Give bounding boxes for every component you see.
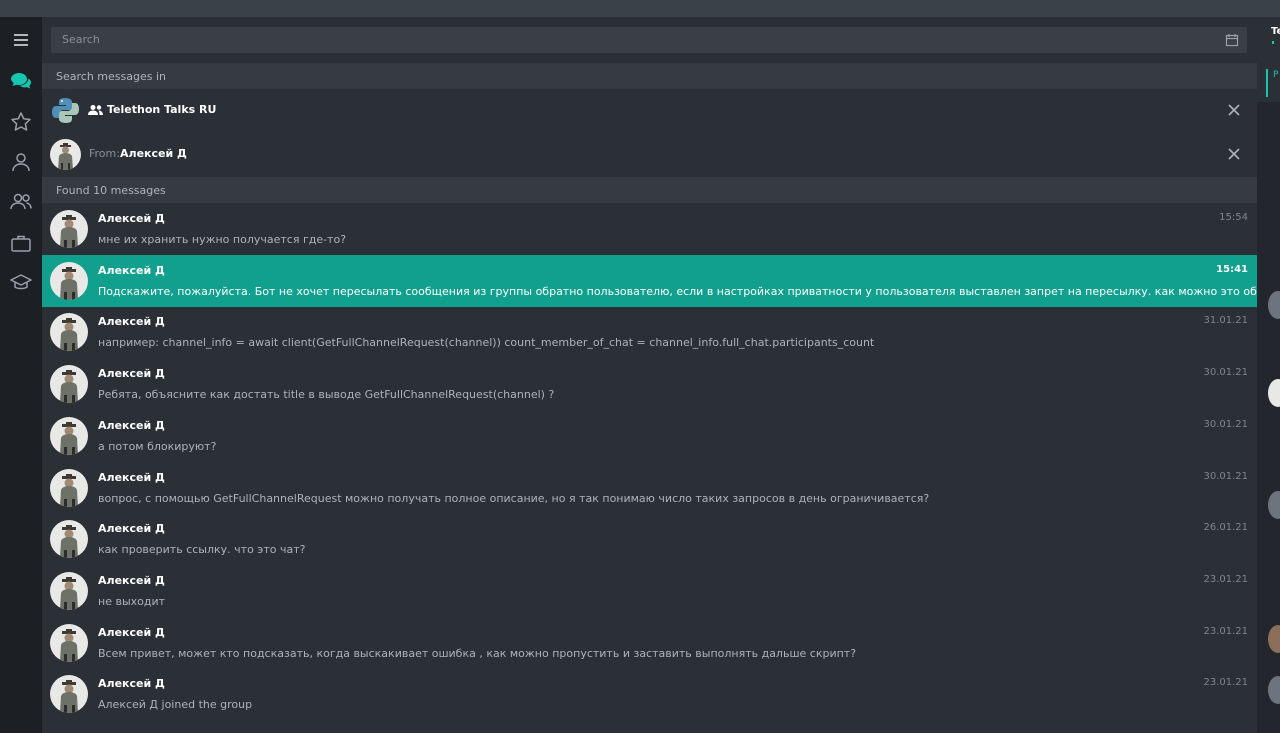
search-panel: Search Search messages in Telethon Talks… <box>42 17 1280 733</box>
star-icon[interactable] <box>8 109 34 135</box>
message-time: 23.01.21 <box>1203 677 1248 689</box>
message-time: 15:54 <box>1219 212 1248 223</box>
message-sender: Алексей Д <box>98 418 165 432</box>
close-icon[interactable] <box>1227 147 1241 161</box>
avatar <box>1268 676 1280 704</box>
avatar <box>50 261 88 300</box>
pinned-bar <box>1266 69 1268 97</box>
message-text: Всем привет, может кто подсказать, когда… <box>98 646 857 660</box>
avatar <box>1268 291 1280 319</box>
message-time: 23.01.21 <box>1203 573 1248 585</box>
list-item[interactable]: Алексей Д 23.01.21 Алексей Д joined the gr… <box>42 668 1257 720</box>
list-item[interactable]: Алексей Д 30.01.21 вопрос, с помощью GetFu… <box>42 462 1257 514</box>
chat-filter[interactable]: Telethon Talks RU <box>42 89 1257 133</box>
message-text: а потом блокируют? <box>98 439 217 453</box>
pinned-label: P <box>1273 70 1279 80</box>
left-rail <box>0 17 42 733</box>
message-text: вопрос, с помощью GetFullChannelRequest … <box>98 491 930 505</box>
user-filter-avatar <box>50 139 81 170</box>
search-input[interactable]: Search <box>51 27 1247 53</box>
list-item[interactable]: Алексей Д 23.01.21 не выходит <box>42 565 1257 617</box>
from-user-name: Алексей Д <box>120 147 187 160</box>
message-sender: Алексей Д <box>98 263 165 277</box>
message-time: 30.01.21 <box>1203 367 1248 379</box>
list-item[interactable]: Алексей Д 30.01.21 Ребята, объясните как д… <box>42 358 1257 410</box>
list-item[interactable]: Алексей Д 30.01.21 а потом блокируют? <box>42 410 1257 462</box>
chats-icon[interactable] <box>8 68 34 94</box>
message-time: 23.01.21 <box>1203 625 1248 637</box>
list-item[interactable]: Алексей Д 26.01.21 как проверить ссылку. ч… <box>42 513 1257 565</box>
message-sender: Алексей Д <box>98 212 165 225</box>
search-placeholder: Search <box>62 33 100 46</box>
list-item[interactable]: Алексей Д 15:41 Подскажите, пожалуйста. Бо… <box>42 254 1280 307</box>
avatar <box>50 365 88 404</box>
message-text: Подскажите, пожалуйста. Бот не хочет пер… <box>98 284 1280 298</box>
avatar <box>50 623 88 662</box>
message-sender: Алексей Д <box>98 522 165 536</box>
avatar <box>1268 625 1280 653</box>
close-icon[interactable] <box>1227 103 1241 117</box>
window-top-bar <box>0 0 1280 17</box>
right-chat-pane: Te P <box>1257 17 1280 733</box>
right-pane-title: Te <box>1271 26 1280 37</box>
message-sender: Алексей Д <box>98 470 165 484</box>
user-icon[interactable] <box>8 149 34 175</box>
user-filter[interactable]: From: Алексей Д <box>42 133 1257 177</box>
list-item[interactable]: Алексей Д 31.01.21 например: channel_info … <box>42 306 1257 358</box>
group-icon <box>88 105 103 115</box>
message-text: Ребята, объясните как достать title в вы… <box>98 388 555 402</box>
list-item[interactable]: Алексей Д 23.01.21 Всем привет, может кто … <box>42 617 1257 669</box>
message-time: 30.01.21 <box>1203 418 1248 430</box>
message-text: мне их хранить нужно получается где-то? <box>98 233 347 246</box>
message-text: Алексей Д joined the group <box>98 698 253 712</box>
message-sender: Алексей Д <box>98 367 165 381</box>
avatar <box>50 468 88 507</box>
list-item[interactable]: Алексей Д 15:54 мне их хранить нужно получ… <box>42 203 1257 255</box>
avatar <box>50 675 88 714</box>
message-time: 26.01.21 <box>1203 522 1248 534</box>
graduation-cap-icon[interactable] <box>8 270 34 296</box>
message-sender: Алексей Д <box>98 625 165 639</box>
briefcase-icon[interactable] <box>8 230 34 256</box>
message-sender: Алексей Д <box>98 573 165 587</box>
message-text: не выходит <box>98 594 166 608</box>
message-sender: Алексей Д <box>98 315 165 329</box>
results-count-label: Found 10 messages <box>56 184 166 197</box>
message-time: 15:41 <box>1216 263 1248 275</box>
avatar <box>50 313 88 352</box>
avatar <box>50 571 88 610</box>
chat-filter-name: Telethon Talks RU <box>107 103 217 116</box>
results-header: Found 10 messages <box>42 177 1257 203</box>
avatar <box>1268 491 1280 519</box>
message-time: 31.01.21 <box>1203 315 1248 327</box>
message-sender: Алексей Д <box>98 677 165 691</box>
avatar <box>1268 379 1280 407</box>
message-time: 30.01.21 <box>1203 470 1248 482</box>
avatar <box>50 520 88 559</box>
from-label: From: <box>89 147 120 160</box>
message-text: как проверить ссылку. что это чат? <box>98 543 306 557</box>
avatar <box>50 416 88 455</box>
menu-icon[interactable] <box>8 27 34 53</box>
right-pane-status <box>1272 41 1274 44</box>
avatar <box>50 210 88 248</box>
groups-icon[interactable] <box>8 189 34 215</box>
message-text: например: channel_info = await client(Ge… <box>98 336 875 350</box>
search-scope-header: Search messages in <box>42 63 1257 89</box>
chat-avatar <box>50 95 81 126</box>
calendar-icon[interactable] <box>1225 33 1239 47</box>
search-scope-label: Search messages in <box>56 70 166 83</box>
right-pane-header: Te P <box>1257 17 1280 102</box>
